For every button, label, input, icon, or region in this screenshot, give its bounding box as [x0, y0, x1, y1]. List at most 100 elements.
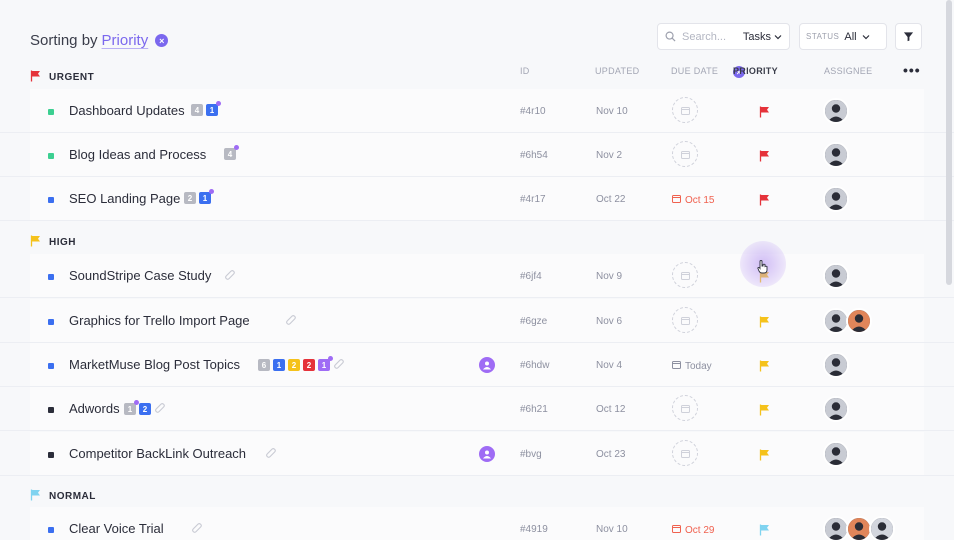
subtask-count-badge[interactable]: 1	[273, 359, 285, 371]
task-name[interactable]: Clear Voice Trial	[69, 521, 164, 536]
status-square-icon[interactable]	[48, 319, 54, 325]
paperclip-icon[interactable]	[333, 358, 344, 372]
status-square-icon[interactable]	[48, 363, 54, 369]
clear-sort-icon[interactable]: ×	[155, 34, 169, 47]
paperclip-icon[interactable]	[191, 522, 202, 536]
more-icon[interactable]: •••	[903, 62, 921, 78]
paperclip-icon[interactable]	[285, 314, 296, 328]
status-square-icon[interactable]	[48, 452, 54, 458]
search-scope-dropdown[interactable]: Tasks	[743, 31, 782, 43]
column-header-priority-label: PRIORITY	[733, 66, 778, 76]
assignee-avatar[interactable]	[823, 98, 849, 124]
task-name[interactable]: SEO Landing Page	[69, 191, 180, 206]
subtask-count-badge[interactable]: 1	[206, 101, 221, 116]
calendar-icon[interactable]	[672, 97, 698, 123]
calendar-icon[interactable]	[672, 395, 698, 421]
due-date-cell[interactable]	[672, 262, 698, 288]
hand-cursor-icon	[757, 260, 769, 277]
table-row[interactable]: Graphics for Trello Import Page #6gze Nov …	[0, 299, 954, 343]
status-square-icon[interactable]	[48, 527, 54, 533]
filter-button[interactable]	[895, 23, 922, 50]
subtask-count-badge[interactable]: 2	[139, 403, 151, 415]
priority-flag-icon[interactable]	[759, 105, 770, 123]
scrollbar[interactable]	[946, 0, 952, 285]
table-row[interactable]: SEO Landing Page 2 1 #4r17 Oct 22 Oct 15	[0, 177, 954, 221]
table-row[interactable]: Adwords 1 2 #6h21 Oct 12	[0, 387, 954, 431]
priority-flag-icon[interactable]	[759, 448, 770, 466]
subtask-count-badge[interactable]: 2	[184, 192, 196, 204]
table-row[interactable]: Clear Voice Trial #4919 Nov 10 Oct 29	[0, 507, 954, 540]
status-square-icon[interactable]	[48, 274, 54, 280]
task-id: #6jf4	[520, 271, 542, 282]
subtask-count-badge[interactable]: 1	[199, 189, 214, 204]
assignee-avatar[interactable]	[869, 516, 895, 540]
column-header-due-date[interactable]: DUE DATE	[671, 66, 718, 76]
column-header-assignee[interactable]: ASSIGNEE	[824, 66, 872, 76]
group-header-normal[interactable]: NORMAL	[30, 489, 96, 504]
task-name[interactable]: Dashboard Updates	[69, 103, 185, 118]
subtask-count-badge[interactable]: 2	[303, 359, 315, 371]
table-row[interactable]: SoundStripe Case Study #6jf4 Nov 9	[0, 254, 954, 298]
column-header-priority[interactable]: × PRIORITY	[733, 66, 778, 78]
task-name[interactable]: Graphics for Trello Import Page	[69, 313, 250, 328]
subtask-count-badge[interactable]: 1	[124, 400, 139, 415]
task-name[interactable]: Adwords	[69, 401, 120, 416]
task-name[interactable]: Blog Ideas and Process	[69, 147, 206, 162]
due-date-cell[interactable]	[672, 395, 698, 421]
chevron-down-icon	[862, 34, 870, 39]
priority-flag-icon[interactable]	[759, 403, 770, 421]
table-row[interactable]: MarketMuse Blog Post Topics 6 1 2 2 1 #6hdw Nov…	[0, 343, 954, 387]
avatar-icon[interactable]	[479, 357, 495, 373]
subtask-count-badge[interactable]: 6	[258, 359, 270, 371]
due-date-cell[interactable]	[672, 440, 698, 466]
search-input[interactable]: Search...	[682, 31, 726, 43]
table-row[interactable]: Blog Ideas and Process 4 #6h54 Nov 2	[0, 133, 954, 177]
column-header-updated[interactable]: UPDATED	[595, 66, 639, 76]
assignee-avatar[interactable]	[823, 263, 849, 289]
paperclip-icon[interactable]	[265, 447, 276, 461]
group-header-urgent[interactable]: URGENT	[30, 70, 94, 85]
group-header-high[interactable]: HIGH	[30, 235, 76, 250]
priority-flag-icon[interactable]	[759, 149, 770, 167]
due-date-cell[interactable]	[672, 97, 698, 123]
search-box[interactable]: Search... Tasks	[657, 23, 790, 50]
status-square-icon[interactable]	[48, 407, 54, 413]
calendar-icon[interactable]	[672, 440, 698, 466]
assignee-avatar[interactable]	[823, 142, 849, 168]
task-name[interactable]: MarketMuse Blog Post Topics	[69, 357, 240, 372]
priority-flag-icon[interactable]	[759, 315, 770, 333]
avatar-icon[interactable]	[479, 446, 495, 462]
assignee-avatar[interactable]	[823, 441, 849, 467]
subtask-count-badge[interactable]: 1	[318, 356, 333, 371]
priority-flag-icon[interactable]	[759, 193, 770, 211]
sort-field-link[interactable]: Priority	[102, 32, 149, 49]
status-square-icon[interactable]	[48, 109, 54, 115]
due-date-value: Today	[685, 360, 712, 372]
table-row[interactable]: Competitor BackLink Outreach #bvg Oct 23	[0, 432, 954, 476]
task-name[interactable]: Competitor BackLink Outreach	[69, 446, 246, 461]
calendar-icon[interactable]	[672, 262, 698, 288]
due-date-cell[interactable]	[672, 307, 698, 333]
calendar-icon[interactable]	[672, 307, 698, 333]
due-date-cell[interactable]	[672, 141, 698, 167]
subtask-count-badge[interactable]: 4	[224, 145, 239, 160]
priority-flag-icon[interactable]	[759, 523, 770, 540]
assignee-avatar[interactable]	[823, 352, 849, 378]
column-header-id[interactable]: ID	[520, 66, 530, 76]
subtask-count-badge[interactable]: 2	[288, 359, 300, 371]
paperclip-icon[interactable]	[154, 402, 165, 416]
assignee-avatar[interactable]	[823, 186, 849, 212]
status-square-icon[interactable]	[48, 153, 54, 159]
priority-flag-icon[interactable]	[759, 359, 770, 377]
paperclip-icon[interactable]	[224, 269, 235, 283]
assignee-avatar[interactable]	[823, 396, 849, 422]
subtask-count-badge[interactable]: 4	[191, 104, 203, 116]
task-updated: Oct 12	[596, 404, 626, 415]
status-square-icon[interactable]	[48, 197, 54, 203]
status-filter-dropdown[interactable]: STATUS All	[799, 23, 887, 50]
table-row[interactable]: Dashboard Updates 4 1 #4r10 Nov 10	[0, 89, 954, 133]
calendar-icon[interactable]	[672, 141, 698, 167]
assignee-avatar[interactable]	[846, 308, 872, 334]
task-name[interactable]: SoundStripe Case Study	[69, 268, 211, 283]
flag-icon	[30, 70, 41, 85]
